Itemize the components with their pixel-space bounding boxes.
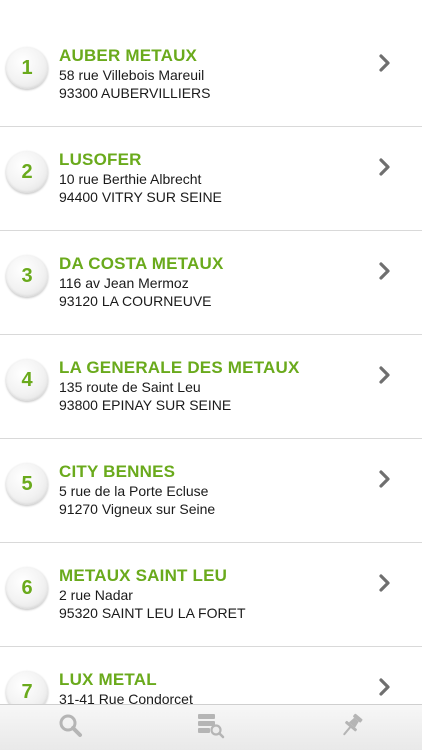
recycler-list[interactable]: 1 AUBER METAUX 58 rue Villebois Mareuil … <box>0 0 422 705</box>
list-item[interactable]: 1 AUBER METAUX 58 rue Villebois Mareuil … <box>0 0 422 127</box>
item-city: 94400 VITRY SUR SEINE <box>59 189 222 205</box>
item-city: 93300 AUBERVILLIERS <box>59 85 211 101</box>
item-city: 91270 Vigneux sur Seine <box>59 501 216 517</box>
item-name: AUBER METAUX <box>59 46 198 65</box>
item-street: 5 rue de la Porte Ecluse <box>59 483 209 499</box>
item-city: 93800 EPINAY SUR SEINE <box>59 397 232 413</box>
item-texts: DA COSTA METAUX 116 av Jean Mermoz 93120… <box>59 254 378 310</box>
chevron-right-icon <box>378 676 392 698</box>
chevron-right-icon <box>378 364 392 386</box>
item-texts: LA GENERALE DES METAUX 135 route de Sain… <box>59 358 378 414</box>
item-city: 93120 LA COURNEUVE <box>59 293 212 309</box>
rank-badge: 7 <box>6 671 48 705</box>
list-item[interactable]: 2 LUSOFER 10 rue Berthie Albrecht 94400 … <box>0 127 422 231</box>
item-name: METAUX SAINT LEU <box>59 566 228 585</box>
pin-icon <box>339 711 365 744</box>
chevron-right-icon <box>378 260 392 282</box>
chevron-right-icon <box>378 572 392 594</box>
item-texts: CITY BENNES 5 rue de la Porte Ecluse 912… <box>59 462 378 518</box>
item-street: 10 rue Berthie Albrecht <box>59 171 202 187</box>
item-texts: LUX METAL 31-41 Rue Condorcet <box>59 670 378 705</box>
item-name: DA COSTA METAUX <box>59 254 224 273</box>
item-street: 2 rue Nadar <box>59 587 133 603</box>
list-item[interactable]: 5 CITY BENNES 5 rue de la Porte Ecluse 9… <box>0 439 422 543</box>
item-name: CITY BENNES <box>59 462 176 481</box>
item-texts: LUSOFER 10 rue Berthie Albrecht 94400 VI… <box>59 150 378 206</box>
rank-badge: 5 <box>6 463 48 505</box>
list-item[interactable]: 7 LUX METAL 31-41 Rue Condorcet <box>0 647 422 705</box>
rank-badge: 1 <box>6 47 48 89</box>
chevron-right-icon <box>378 52 392 74</box>
item-street: 58 rue Villebois Mareuil <box>59 67 205 83</box>
item-name: LUX METAL <box>59 670 157 689</box>
tab-bar <box>0 704 422 750</box>
list-item[interactable]: 3 DA COSTA METAUX 116 av Jean Mermoz 931… <box>0 231 422 335</box>
rank-badge: 4 <box>6 359 48 401</box>
item-street: 135 route de Saint Leu <box>59 379 201 395</box>
item-name: LA GENERALE DES METAUX <box>59 358 300 377</box>
tab-search[interactable] <box>0 705 141 750</box>
item-texts: METAUX SAINT LEU 2 rue Nadar 95320 SAINT… <box>59 566 378 622</box>
list-search-icon <box>196 711 226 744</box>
list-item[interactable]: 6 METAUX SAINT LEU 2 rue Nadar 95320 SAI… <box>0 543 422 647</box>
item-city: 95320 SAINT LEU LA FORET <box>59 605 246 621</box>
item-street: 116 av Jean Mermoz <box>59 275 189 291</box>
rank-badge: 2 <box>6 151 48 193</box>
item-street: 31-41 Rue Condorcet <box>59 691 193 705</box>
tab-list-search[interactable] <box>141 705 282 750</box>
item-name: LUSOFER <box>59 150 142 169</box>
rank-badge: 6 <box>6 567 48 609</box>
item-texts: AUBER METAUX 58 rue Villebois Mareuil 93… <box>59 46 378 102</box>
search-icon <box>57 712 83 743</box>
rank-badge: 3 <box>6 255 48 297</box>
chevron-right-icon <box>378 156 392 178</box>
list-item[interactable]: 4 LA GENERALE DES METAUX 135 route de Sa… <box>0 335 422 439</box>
chevron-right-icon <box>378 468 392 490</box>
tab-favorites[interactable] <box>281 705 422 750</box>
